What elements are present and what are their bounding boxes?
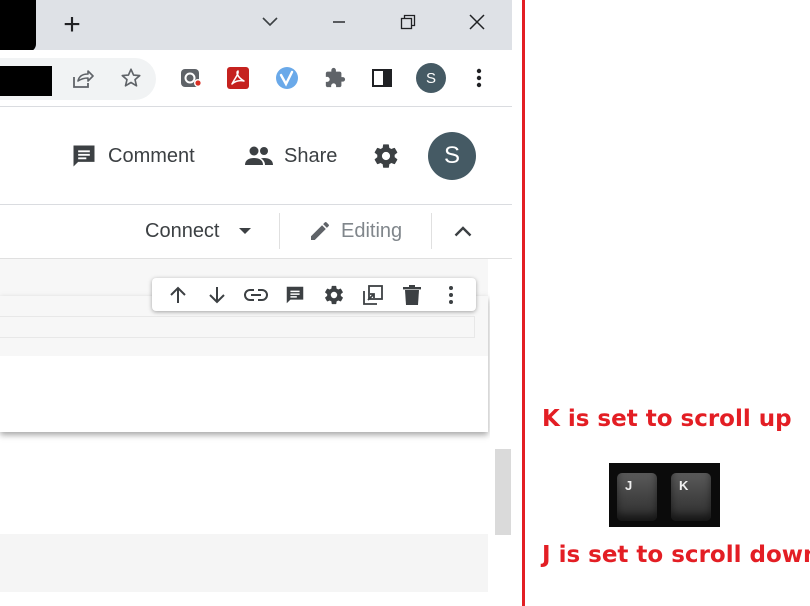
redacted-tab[interactable] (0, 0, 36, 52)
chevron-up-icon (454, 225, 472, 236)
j-key: J (617, 473, 657, 521)
k-key: K (671, 473, 711, 521)
editing-label: Editing (341, 219, 403, 242)
toolbar-divider (431, 213, 432, 249)
connect-label: Connect (145, 219, 220, 242)
connect-button[interactable]: Connect (145, 218, 252, 244)
close-window-button[interactable] (462, 8, 492, 36)
move-cell-down-button[interactable] (202, 280, 232, 310)
puzzle-icon (325, 67, 346, 88)
redacted-url (0, 66, 52, 96)
move-cell-up-button[interactable] (163, 280, 193, 310)
link-to-cell-button[interactable] (241, 280, 271, 310)
annotation-divider-line (522, 0, 525, 606)
restore-button[interactable] (393, 8, 423, 36)
share-button[interactable]: Share (244, 141, 337, 171)
toolbar-divider (279, 213, 280, 249)
tab-search-button[interactable] (255, 8, 285, 36)
account-button[interactable]: S (428, 132, 476, 180)
extension-3-button[interactable] (271, 62, 303, 94)
comment-label: Comment (108, 144, 195, 167)
trash-icon (402, 284, 421, 305)
people-icon (245, 146, 273, 165)
arrow-down-icon (208, 286, 225, 303)
keyboard-keys-photo: J K (609, 463, 720, 527)
profile-avatar: S (416, 63, 446, 93)
caret-down-icon (238, 228, 251, 234)
pdf-extension-button[interactable] (222, 62, 254, 94)
add-comment-button[interactable] (280, 280, 310, 310)
new-tab-button[interactable]: + (56, 8, 88, 42)
k-key-annotation: K is set to scroll up (542, 406, 792, 432)
more-vert-icon (476, 68, 482, 88)
bookmark-button[interactable] (115, 62, 147, 94)
plus-icon: + (63, 8, 81, 41)
extensions-button[interactable] (319, 62, 351, 94)
notebook-toolbar (0, 205, 512, 259)
cell-toolbar (152, 278, 476, 311)
j-key-label: J (625, 478, 633, 493)
collapse-header-button[interactable] (451, 220, 475, 242)
chevron-down-icon (262, 17, 278, 27)
side-panel-button[interactable] (366, 62, 398, 94)
comment-icon (73, 145, 95, 167)
link-icon (243, 288, 268, 301)
comment-button[interactable]: Comment (70, 141, 195, 171)
share-label: Share (284, 144, 338, 167)
k-key-label: K (679, 478, 689, 493)
restore-icon (400, 14, 416, 30)
next-cell[interactable] (0, 534, 488, 592)
more-vert-icon (448, 285, 453, 304)
settings-button[interactable] (371, 141, 401, 171)
editing-mode-button[interactable]: Editing (308, 218, 402, 244)
minimize-button[interactable] (324, 8, 354, 36)
extension-1-button[interactable] (175, 62, 207, 94)
share-page-button[interactable] (67, 63, 99, 95)
j-key-annotation: J is set to scroll down (542, 542, 810, 568)
chrome-menu-button[interactable] (463, 62, 495, 94)
arrow-up-icon (169, 286, 186, 303)
account-avatar: S (428, 132, 476, 180)
star-icon (121, 68, 141, 87)
cell-settings-button[interactable] (319, 280, 349, 310)
gear-icon (324, 285, 343, 304)
more-cell-actions-button[interactable] (436, 280, 466, 310)
side-panel-icon (372, 69, 392, 87)
comment-icon (286, 286, 303, 303)
gear-icon (374, 144, 398, 168)
delete-cell-button[interactable] (397, 280, 427, 310)
minimize-icon (333, 21, 345, 23)
cell-input[interactable] (0, 316, 475, 338)
extension-app-icon (181, 69, 202, 87)
acrobat-pdf-icon (227, 67, 249, 89)
profile-button[interactable]: S (416, 63, 446, 93)
close-icon (469, 14, 485, 30)
blue-circle-extension-icon (276, 67, 298, 89)
code-cell[interactable] (0, 296, 488, 432)
scrollbar-thumb[interactable] (495, 449, 511, 535)
mirror-cell-button[interactable] (358, 280, 388, 310)
pencil-icon (311, 221, 330, 240)
mirror-in-tab-icon (362, 284, 383, 305)
share-page-icon (73, 70, 94, 88)
scrollbar-track (490, 259, 512, 606)
